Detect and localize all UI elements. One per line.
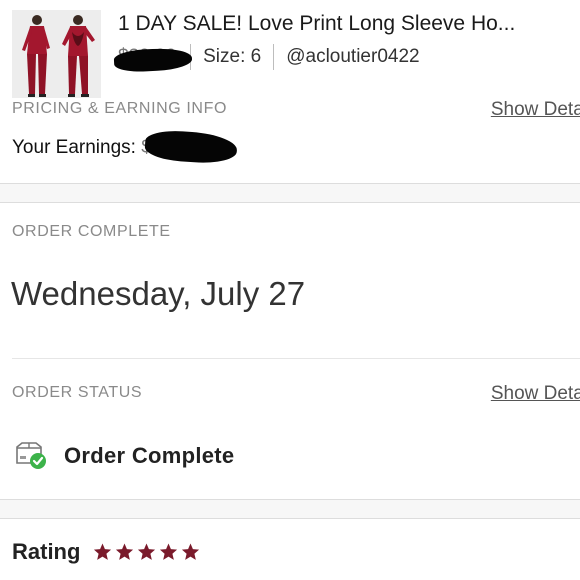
rating-stars — [92, 542, 202, 562]
star-icon — [160, 543, 178, 560]
pricing-section-label: PRICING & EARNING INFO — [12, 100, 227, 117]
section-divider — [0, 499, 580, 519]
star-icon — [138, 543, 156, 560]
section-divider — [0, 183, 580, 203]
order-status-text: Order Complete — [64, 443, 235, 468]
product-size: Size: 6 — [203, 46, 262, 67]
product-title[interactable]: 1 DAY SALE! Love Print Long Sleeve Ho... — [118, 10, 580, 38]
section-divider-thin — [12, 358, 580, 359]
order-complete-section-label: ORDER COMPLETE — [12, 223, 171, 240]
product-header[interactable]: 1 DAY SALE! Love Print Long Sleeve Ho...… — [0, 0, 580, 100]
pricing-show-details-link[interactable]: Show Detai — [491, 99, 580, 121]
star-icon — [116, 543, 134, 560]
rating-row: Rating — [12, 537, 202, 567]
order-status-show-details-link[interactable]: Show Detai — [491, 383, 580, 405]
product-image — [12, 10, 101, 98]
order-status-section-label: ORDER STATUS — [12, 384, 143, 401]
product-thumbnail[interactable] — [12, 10, 101, 98]
meta-divider — [273, 44, 275, 70]
seller-username[interactable]: @acloutier0422 — [286, 46, 419, 68]
product-price: $32.00 — [113, 46, 193, 74]
product-meta: $32.00 Size: 6 @acloutier0422 — [113, 43, 420, 74]
order-status-row: Order Complete — [14, 440, 234, 472]
star-icon — [94, 543, 112, 560]
earnings-row: Your Earnings: $25.60 — [12, 128, 239, 166]
earnings-value: $25.60 — [141, 128, 239, 166]
star-icon — [182, 543, 200, 560]
box-check-icon — [16, 442, 46, 469]
order-complete-date: Wednesday, July 27 — [11, 275, 306, 312]
earnings-label: Your Earnings: — [12, 137, 136, 158]
earnings-redaction-mark — [144, 128, 239, 166]
rating-label: Rating — [12, 539, 81, 564]
